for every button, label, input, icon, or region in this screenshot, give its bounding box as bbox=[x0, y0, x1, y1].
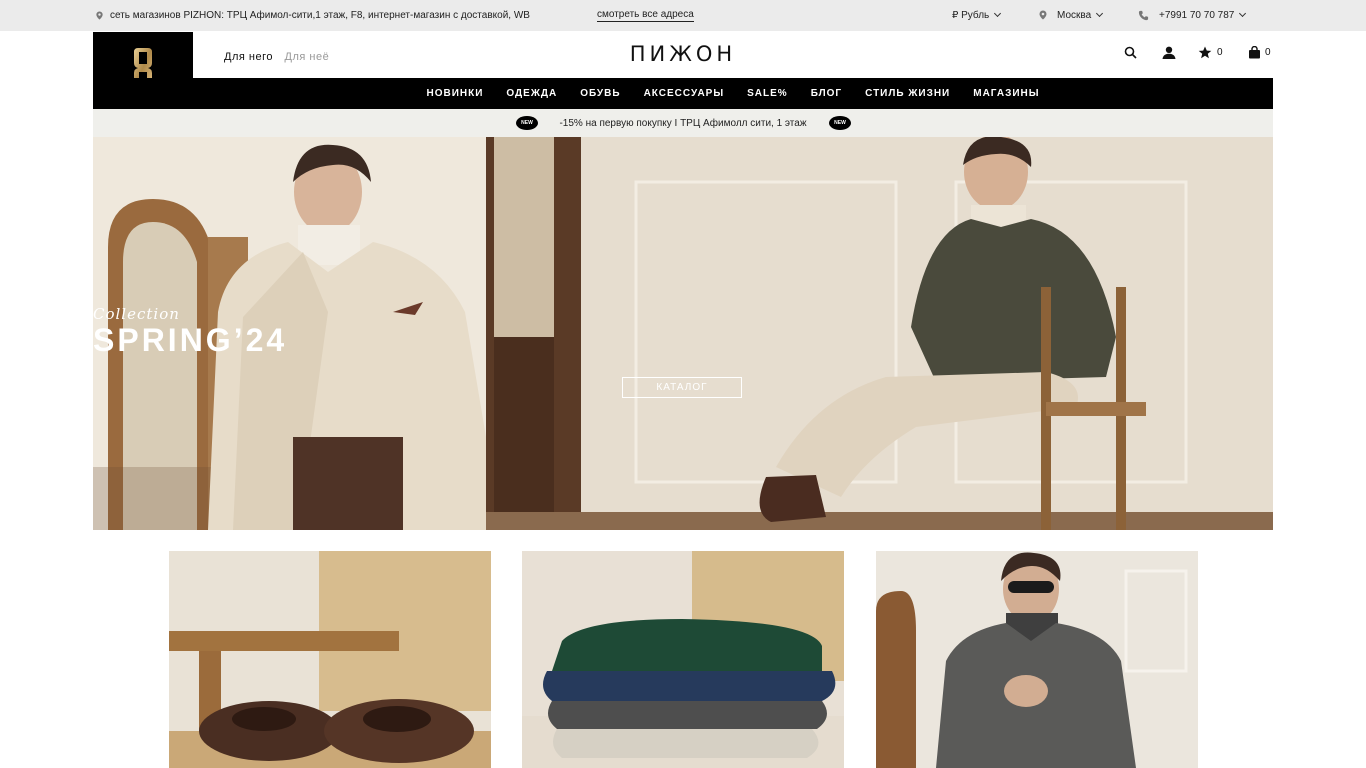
chevron-down-icon bbox=[1096, 9, 1104, 18]
category-tile-shoes[interactable] bbox=[169, 551, 491, 768]
catalog-button[interactable]: КАТАЛОГ bbox=[622, 377, 742, 398]
cart-count: 0 bbox=[1265, 47, 1271, 58]
nav-item-new[interactable]: НОВИНКИ bbox=[426, 88, 483, 99]
nav-item-stores[interactable]: МАГАЗИНЫ bbox=[973, 88, 1039, 99]
user-icon bbox=[1162, 46, 1176, 59]
nav-item-sale[interactable]: SALE% bbox=[747, 88, 788, 99]
currency-label: ₽ Рубль bbox=[952, 10, 990, 21]
season-title: SPRING’24 bbox=[93, 322, 288, 358]
currency-selector[interactable]: ₽ Рубль bbox=[952, 9, 1002, 21]
phone-number: +7991 70 70 787 bbox=[1159, 10, 1235, 21]
store-network-address: сеть магазинов PIZHON: ТРЦ Афимол-сити,1… bbox=[110, 10, 530, 21]
nav-item-accessories[interactable]: АКСЕССУАРЫ bbox=[644, 88, 725, 99]
category-tile-outerwear[interactable] bbox=[876, 551, 1198, 768]
nav-item-clothing[interactable]: ОДЕЖДА bbox=[506, 88, 557, 99]
cart-button[interactable] bbox=[1248, 46, 1261, 62]
category-tile-knitwear[interactable] bbox=[522, 551, 844, 768]
nav-item-blog[interactable]: БЛОГ bbox=[811, 88, 842, 99]
folded-sweaters-image bbox=[522, 551, 844, 768]
shopping-bag-icon bbox=[1249, 46, 1260, 59]
search-button[interactable] bbox=[1124, 46, 1137, 62]
star-icon bbox=[1198, 46, 1212, 59]
promo-banner[interactable]: NEW -15% на первую покупку I ТРЦ Афимолл… bbox=[93, 109, 1273, 137]
city-label: Москва bbox=[1057, 10, 1092, 21]
main-navigation: НОВИНКИ ОДЕЖДА ОБУВЬ АКСЕССУАРЫ SALE% БЛ… bbox=[93, 78, 1273, 109]
promo-text: -15% на первую покупку I ТРЦ Афимолл сит… bbox=[559, 118, 807, 129]
top-utility-bar: сеть магазинов PIZHON: ТРЦ Афимол-сити,1… bbox=[0, 0, 1366, 31]
new-badge: NEW bbox=[829, 116, 851, 130]
search-icon bbox=[1124, 46, 1137, 59]
nav-item-shoes[interactable]: ОБУВЬ bbox=[580, 88, 620, 99]
loafers-image bbox=[169, 551, 491, 768]
favorites-button[interactable] bbox=[1198, 46, 1212, 62]
favorites-count: 0 bbox=[1217, 47, 1223, 58]
model-in-grey-jacket-image bbox=[876, 551, 1198, 768]
phone-icon bbox=[1138, 10, 1149, 21]
nav-item-lifestyle[interactable]: СТИЛЬ ЖИЗНИ bbox=[865, 88, 950, 99]
location-pin-icon bbox=[96, 11, 103, 20]
all-addresses-link[interactable]: смотреть все адреса bbox=[597, 9, 694, 22]
hero-banner[interactable]: Collection SPRING’24 КАТАЛОГ bbox=[93, 137, 1273, 530]
chevron-down-icon bbox=[1239, 9, 1247, 18]
phone-selector[interactable]: +7991 70 70 787 bbox=[1159, 9, 1247, 21]
chevron-down-icon bbox=[994, 9, 1002, 18]
city-pin-icon bbox=[1039, 10, 1047, 20]
city-selector[interactable]: Москва bbox=[1057, 9, 1104, 21]
collection-label: Collection bbox=[93, 305, 180, 323]
account-button[interactable] bbox=[1162, 46, 1176, 62]
